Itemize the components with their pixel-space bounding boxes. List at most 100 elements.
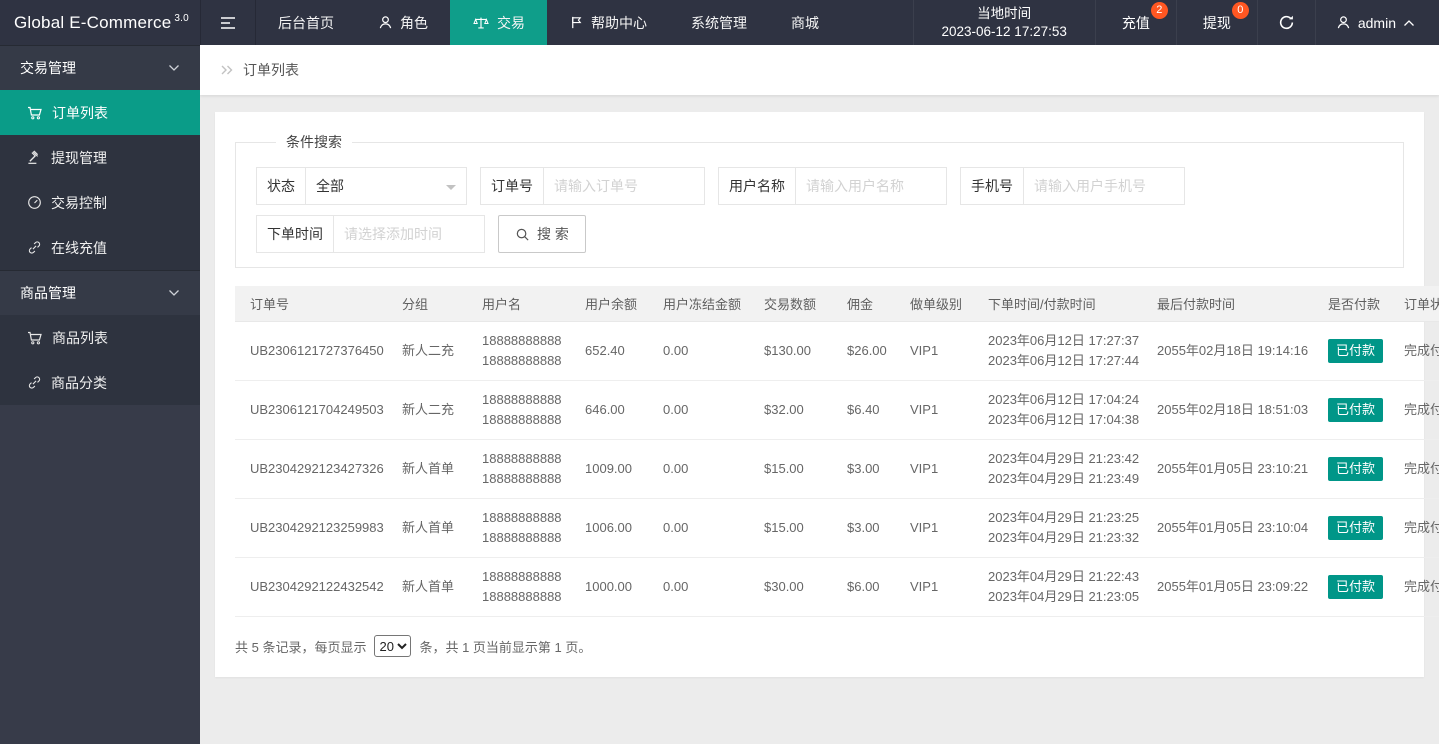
admin-username: admin: [1357, 14, 1396, 31]
cell-group: 新人二充: [387, 380, 467, 440]
cell-amount: $32.00: [749, 380, 832, 440]
order-no-input[interactable]: [544, 168, 704, 204]
sidebar-item-label: 商品列表: [52, 329, 108, 346]
col-level: 做单级别: [895, 286, 973, 322]
cell-order-no: UB2306121704249503: [235, 380, 387, 440]
cell-paid: 已付款: [1313, 498, 1389, 558]
nav-item-trade[interactable]: 交易: [450, 0, 547, 45]
cell-balance: 1006.00: [570, 498, 648, 558]
order-list-card: 条件搜索 状态 全部 订单号 请输入订单号 用户名称 请输入用户名称 手机号 请…: [215, 112, 1439, 677]
sidebar-item-goods-list[interactable]: 商品列表: [0, 315, 200, 360]
nav-item-mall[interactable]: 商城: [769, 0, 841, 45]
cell-commission: $6.40: [832, 380, 895, 440]
withdraw-button[interactable]: 提现 0: [1175, 0, 1257, 45]
phone-line: 18888888888: [482, 589, 562, 604]
cell-order-no: UB2304292123427326: [235, 439, 387, 499]
cell-order-pay-time: 2023年04月29日 21:23:42 2023年04月29日 21:23:49: [973, 439, 1142, 499]
cell-amount: $15.00: [749, 439, 832, 499]
cell-balance: 646.00: [570, 380, 648, 440]
top-navbar: Global E-Commerce 3.0 后台首页 角色 交易 帮助中心 系统…: [0, 0, 1439, 45]
paid-badge: 已付款: [1328, 398, 1384, 422]
search-panel: 条件搜索 状态 全部 订单号 请输入订单号 用户名称 请输入用户名称 手机号 请…: [235, 132, 1404, 268]
col-group: 分组: [387, 286, 467, 322]
nav-item-help-center[interactable]: 帮助中心: [547, 0, 669, 45]
phone-group: 手机号: [960, 167, 1185, 205]
cell-level: VIP1: [895, 321, 973, 381]
refresh-button[interactable]: [1256, 0, 1315, 45]
cell-frozen: 0.00: [648, 321, 749, 381]
cell-group: 新人首单: [387, 439, 467, 499]
cell-last-pay-time: 2055年02月18日 18:51:03: [1142, 380, 1313, 440]
page-title: 订单列表: [243, 62, 299, 78]
nav-item-label: 后台首页: [278, 14, 334, 31]
sidebar-item-order-list[interactable]: 订单列表: [0, 90, 200, 135]
pay-time: 2023年04月29日 21:23:32: [988, 530, 1140, 545]
page-size-select[interactable]: 20: [374, 635, 412, 657]
sidebar-item-label: 交易控制: [51, 194, 107, 211]
order-time-group: 下单时间: [256, 215, 485, 253]
sidebar-item-goods-category[interactable]: 商品分类: [0, 360, 200, 405]
cell-group: 新人首单: [387, 498, 467, 558]
phone-line: 18888888888: [482, 353, 562, 368]
cell-paid: 已付款: [1313, 439, 1389, 499]
sidebar-item-withdraw-mgmt[interactable]: 提现管理: [0, 135, 200, 180]
sidebar-group-label: 商品管理: [20, 285, 76, 301]
cell-frozen: 0.00: [648, 380, 749, 440]
nav-item-label: 帮助中心: [591, 14, 647, 31]
cell-level: VIP1: [895, 380, 973, 440]
withdraw-badge: 0: [1231, 2, 1249, 19]
sidebar-fold-button[interactable]: [200, 0, 256, 45]
phone-input[interactable]: [1024, 168, 1184, 204]
sidebar-item-label: 商品分类: [51, 374, 107, 391]
cell-level: VIP1: [895, 498, 973, 558]
cart-icon: [28, 106, 42, 119]
local-time-value: 2023-06-12 17:27:53: [941, 23, 1067, 39]
search-icon: [516, 228, 529, 241]
username-input[interactable]: [796, 168, 946, 204]
search-button[interactable]: 搜 索: [498, 215, 586, 253]
sidebar-group-trade[interactable]: 交易管理: [0, 45, 200, 90]
order-time-label: 下单时间: [257, 216, 334, 252]
sidebar-item-trade-control[interactable]: 交易控制: [0, 180, 200, 225]
admin-menu[interactable]: admin: [1314, 0, 1439, 45]
flag-icon: [572, 16, 582, 29]
cell-status: 完成付款: [1389, 557, 1439, 617]
search-panel-legend: 条件搜索: [286, 134, 342, 150]
nav-item-roles[interactable]: 角色: [356, 0, 450, 45]
phone-line: 18888888888: [482, 510, 562, 525]
pay-time: 2023年04月29日 21:23:05: [988, 589, 1140, 604]
col-username: 用户名: [467, 286, 570, 322]
chevron-up-icon: [1404, 19, 1414, 26]
paid-badge: 已付款: [1328, 516, 1384, 540]
cell-order-pay-time: 2023年04月29日 21:23:25 2023年04月29日 21:23:32: [973, 498, 1142, 558]
pagination: 共 5 条记录，每页显示 20 条，共 1 页当前显示第 1 页。: [235, 635, 1404, 657]
table-header-row: 订单号 分组 用户名 用户余额 用户冻结金额 交易数额 佣金 做单级别 下单时间…: [235, 286, 1439, 322]
sidebar-group-goods[interactable]: 商品管理: [0, 270, 200, 315]
content: 条件搜索 状态 全部 订单号 请输入订单号 用户名称 请输入用户名称 手机号 请…: [200, 95, 1439, 692]
phone-label: 手机号: [961, 168, 1024, 204]
username-group: 用户名称: [718, 167, 947, 205]
col-status: 订单状态: [1389, 286, 1439, 322]
sidebar-item-online-recharge[interactable]: 在线充值: [0, 225, 200, 270]
nav-item-home[interactable]: 后台首页: [256, 0, 356, 45]
cell-order-pay-time: 2023年06月12日 17:04:24 2023年06月12日 17:04:38: [973, 380, 1142, 440]
cell-status: 完成付款: [1389, 380, 1439, 440]
nav-item-label: 系统管理: [691, 14, 747, 31]
cell-group: 新人二充: [387, 321, 467, 381]
cell-order-pay-time: 2023年06月12日 17:27:37 2023年06月12日 17:27:44: [973, 321, 1142, 381]
pay-time: 2023年06月12日 17:04:38: [988, 412, 1140, 427]
nav-item-label: 交易: [497, 14, 525, 31]
order-time-input[interactable]: [334, 216, 484, 252]
pay-time: 2023年04月29日 21:23:49: [988, 471, 1140, 486]
phone-line: 18888888888: [482, 412, 562, 427]
paid-badge: 已付款: [1328, 339, 1384, 363]
status-select[interactable]: 全部: [306, 168, 466, 204]
cell-paid: 已付款: [1313, 321, 1389, 381]
link-icon: [28, 241, 41, 254]
chevron-down-icon: [169, 290, 179, 296]
recharge-button[interactable]: 充值 2: [1094, 0, 1176, 45]
order-no-group: 订单号: [480, 167, 705, 205]
cell-group: 新人首单: [387, 557, 467, 617]
nav-item-system[interactable]: 系统管理: [669, 0, 769, 45]
table-row: UB2304292122432542 新人首单 18888888888 18888…: [235, 557, 1439, 617]
